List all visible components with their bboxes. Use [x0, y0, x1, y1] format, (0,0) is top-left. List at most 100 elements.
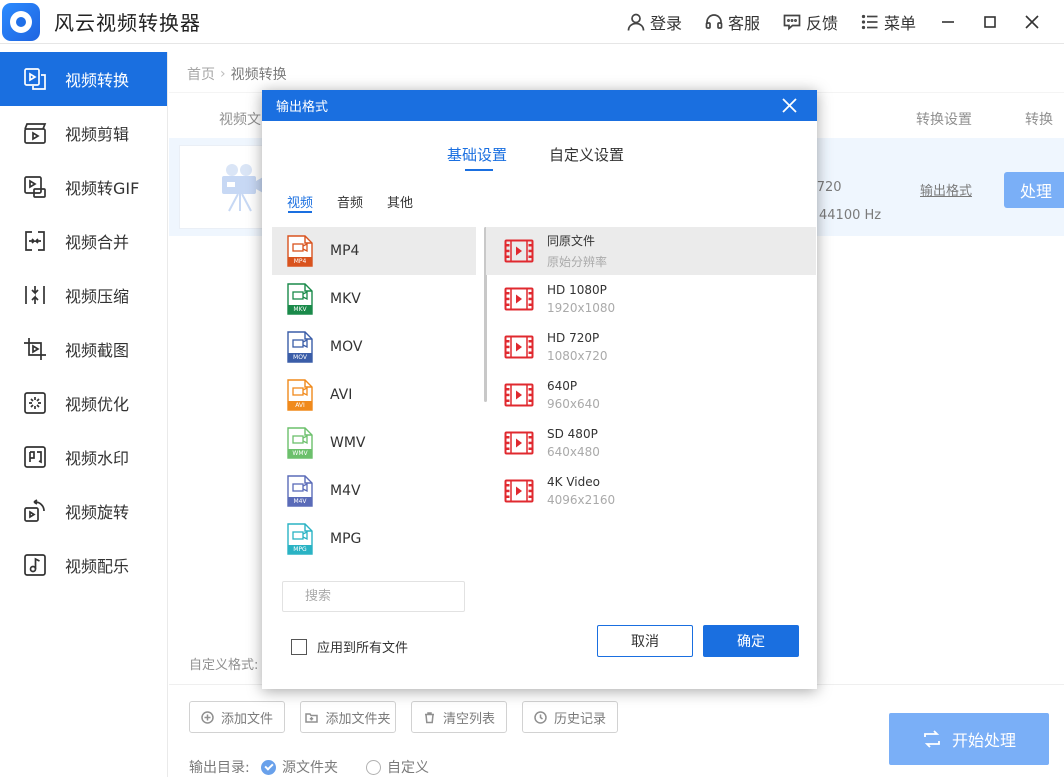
- sidebar-item-label: 视频转换: [65, 71, 130, 90]
- gif-icon: [24, 176, 46, 198]
- sidebar-item-video-convert[interactable]: 视频转换: [0, 52, 167, 106]
- minimize-icon: [942, 21, 954, 23]
- sidebar-item-video-music[interactable]: 视频配乐: [0, 538, 167, 592]
- format-name: AVI: [330, 387, 353, 403]
- login-button[interactable]: 登录: [626, 10, 682, 34]
- film-icon: [504, 383, 534, 407]
- clapperboard-icon: [24, 123, 47, 144]
- resolution-size: 960x640: [547, 397, 600, 411]
- avi-file-icon: AVI: [286, 379, 314, 411]
- app-title: 风云视频转换器: [54, 11, 201, 35]
- format-tag: MKV: [288, 305, 312, 314]
- dialog-close-button[interactable]: [782, 98, 797, 113]
- resolution-item-4k[interactable]: 4K Video 4096x2160: [486, 467, 816, 515]
- maximize-icon: [984, 16, 996, 28]
- resolution-size: 640x480: [547, 445, 600, 459]
- subtab-audio[interactable]: 音频: [337, 192, 363, 211]
- sidebar-item-label: 视频转GIF: [65, 179, 140, 198]
- mpg-file-icon: MPG: [286, 523, 314, 555]
- resolution-item-720p[interactable]: HD 720P 1080x720: [486, 323, 816, 371]
- support-label: 客服: [727, 14, 760, 33]
- music-icon: [24, 554, 46, 576]
- close-window-button[interactable]: [1022, 12, 1042, 32]
- video-convert-icon: [24, 68, 46, 90]
- sidebar-item-video-screenshot[interactable]: 视频截图: [0, 322, 167, 376]
- film-icon: [504, 431, 534, 455]
- sidebar-item-label: 视频截图: [65, 341, 130, 360]
- resolution-name: 4K Video: [547, 475, 600, 489]
- resolution-name: 同原文件: [547, 234, 596, 248]
- sidebar-item-video-compress[interactable]: 视频压缩: [0, 268, 167, 322]
- format-tag: WMV: [288, 449, 312, 458]
- close-icon: [1025, 15, 1039, 29]
- resolution-item-original[interactable]: 同原文件 原始分辨率: [486, 227, 816, 275]
- sidebar-item-label: 视频剪辑: [65, 125, 130, 144]
- resolution-item-640p[interactable]: 640P 960x640: [486, 371, 816, 419]
- format-name: MKV: [330, 291, 361, 307]
- subtab-other[interactable]: 其他: [387, 192, 413, 211]
- format-tag: MPG: [288, 545, 312, 554]
- mp4-file-icon: MP4: [286, 235, 314, 267]
- compress-icon: [25, 286, 45, 304]
- apply-all-checkbox[interactable]: 应用到所有文件: [291, 637, 408, 656]
- tab-basic-settings[interactable]: 基础设置: [447, 144, 507, 165]
- subtab-video[interactable]: 视频: [287, 192, 313, 211]
- minimize-button[interactable]: [938, 12, 958, 32]
- support-button[interactable]: 客服: [704, 10, 760, 34]
- menu-button[interactable]: 菜单: [860, 10, 916, 34]
- app-logo-icon: [2, 2, 40, 41]
- sidebar-item-video-merge[interactable]: 视频合并: [0, 214, 167, 268]
- format-name: M4V: [330, 483, 361, 499]
- format-item-mpg[interactable]: MPG MPG: [272, 515, 476, 563]
- sidebar-item-label: 视频配乐: [65, 557, 130, 576]
- subtab-active-indicator: [288, 211, 312, 213]
- sidebar-item-label: 视频合并: [65, 233, 130, 252]
- format-item-mkv[interactable]: MKV MKV: [272, 275, 476, 323]
- format-item-wmv[interactable]: WMV WMV: [272, 419, 476, 467]
- resolution-item-480p[interactable]: SD 480P 640x480: [486, 419, 816, 467]
- format-tag: AVI: [288, 401, 312, 410]
- sidebar-item-video-watermark[interactable]: 视频水印: [0, 430, 167, 484]
- format-list: MP4 MP4 MKV MKV MOV MOV AVI AVI WMV WMV …: [272, 227, 476, 563]
- title-bar: 风云视频转换器 登录 客服 反馈 菜单: [0, 0, 1064, 44]
- sidebar-item-label: 视频压缩: [65, 287, 130, 306]
- title-actions: 登录 客服 反馈 菜单: [604, 0, 1042, 44]
- rotate-icon: [24, 499, 45, 522]
- sidebar-item-video-edit[interactable]: 视频剪辑: [0, 106, 167, 160]
- sidebar: 视频转换 视频剪辑 视频转GIF 视频合并 视频压缩 视频截图 视频优化 视频水…: [0, 52, 168, 777]
- cancel-button[interactable]: 取消: [597, 625, 693, 657]
- maximize-button[interactable]: [980, 12, 1000, 32]
- film-icon: [504, 239, 534, 263]
- format-item-avi[interactable]: AVI AVI: [272, 371, 476, 419]
- format-name: WMV: [330, 435, 366, 451]
- menu-icon: [861, 14, 878, 30]
- dialog-header: 输出格式: [262, 90, 817, 121]
- sidebar-item-video-optimize[interactable]: 视频优化: [0, 376, 167, 430]
- format-name: MOV: [330, 339, 363, 355]
- tab-custom-settings[interactable]: 自定义设置: [549, 144, 624, 165]
- sidebar-item-video-rotate[interactable]: 视频旋转: [0, 484, 167, 538]
- resolution-size: 1920x1080: [547, 301, 616, 315]
- merge-icon: [25, 231, 45, 251]
- format-item-mp4[interactable]: MP4 MP4: [272, 227, 476, 275]
- user-icon: [627, 13, 645, 31]
- format-search-input[interactable]: [282, 581, 465, 612]
- output-format-dialog: 输出格式 基础设置 自定义设置 视频 音频 其他 MP4 MP4 MKV MKV…: [262, 90, 817, 689]
- format-item-mov[interactable]: MOV MOV: [272, 323, 476, 371]
- wmv-file-icon: WMV: [286, 427, 314, 459]
- headset-icon: [705, 14, 723, 29]
- tab-active-indicator: [465, 169, 493, 171]
- format-item-m4v[interactable]: M4V M4V: [272, 467, 476, 515]
- feedback-icon: [783, 14, 801, 31]
- watermark-icon: [24, 446, 46, 468]
- sidebar-item-label: 视频优化: [65, 395, 130, 414]
- sidebar-item-video-to-gif[interactable]: 视频转GIF: [0, 160, 167, 214]
- feedback-button[interactable]: 反馈: [782, 10, 838, 34]
- mov-file-icon: MOV: [286, 331, 314, 363]
- resolution-item-1080p[interactable]: HD 1080P 1920x1080: [486, 275, 816, 323]
- resolution-size: 4096x2160: [547, 493, 616, 507]
- confirm-button[interactable]: 确定: [703, 625, 799, 657]
- m4v-file-icon: M4V: [286, 475, 314, 507]
- resolution-name: HD 720P: [547, 331, 600, 345]
- feedback-label: 反馈: [805, 14, 838, 33]
